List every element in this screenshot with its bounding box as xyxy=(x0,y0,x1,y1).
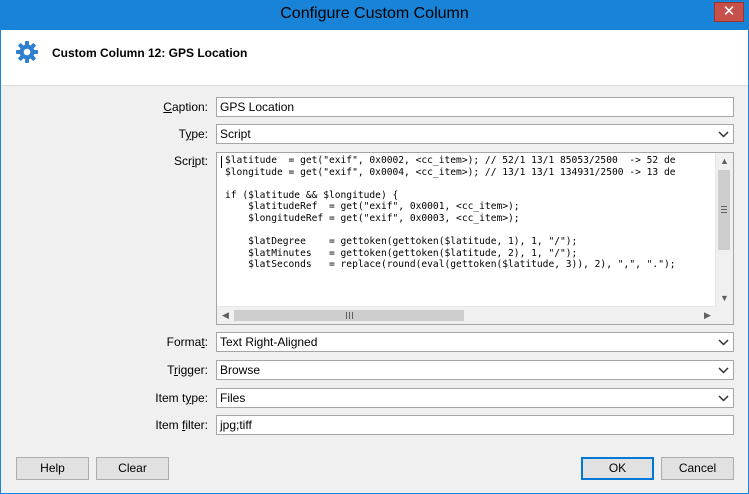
chevron-down-icon xyxy=(718,131,729,138)
item-type-label: Item type: xyxy=(155,391,208,405)
horizontal-scrollbar[interactable]: ◀ ▶ xyxy=(217,306,716,324)
format-value: Text Right-Aligned xyxy=(220,335,318,349)
item-type-dropdown[interactable]: Files xyxy=(216,388,734,408)
vertical-scrollbar[interactable]: ▲ ▼ xyxy=(715,153,733,307)
text-caret xyxy=(221,156,222,168)
cancel-button[interactable]: Cancel xyxy=(661,457,734,480)
code-line: $latSeconds = replace(round(eval(gettoke… xyxy=(225,259,676,271)
type-dropdown[interactable]: Script xyxy=(216,124,734,144)
scrollbar-corner xyxy=(716,307,733,324)
help-button[interactable]: Help xyxy=(16,457,89,480)
trigger-label: Trigger: xyxy=(167,363,208,377)
item-type-value: Files xyxy=(220,391,246,405)
vertical-scroll-thumb[interactable] xyxy=(718,170,730,250)
code-line: $latitudeRef = get("exif", 0x0001, <cc_i… xyxy=(225,201,520,213)
type-label: Type: xyxy=(178,127,208,141)
script-code[interactable]: $latitude = get("exif", 0x0002, <cc_item… xyxy=(225,155,716,307)
dialog-window: Configure Custom Column ✕ Custom Column … xyxy=(0,0,749,494)
caption-label: Caption: xyxy=(163,100,208,114)
close-button[interactable]: ✕ xyxy=(714,2,744,22)
code-line: $latitude = get("exif", 0x0002, <cc_item… xyxy=(225,155,676,166)
clear-button[interactable]: Clear xyxy=(96,457,169,480)
type-value: Script xyxy=(220,127,251,141)
script-editor[interactable]: $latitude = get("exif", 0x0002, <cc_item… xyxy=(216,152,734,325)
grip-line xyxy=(346,312,347,319)
chevron-down-icon xyxy=(718,339,729,346)
scroll-right-arrow-icon[interactable]: ▶ xyxy=(699,307,716,324)
scroll-left-arrow-icon[interactable]: ◀ xyxy=(217,307,234,324)
grip-line xyxy=(352,312,353,319)
dialog-header: Custom Column 12: GPS Location xyxy=(1,30,748,86)
grip-line xyxy=(721,206,727,207)
caption-input[interactable]: GPS Location xyxy=(216,97,734,117)
code-line: $latDegree = gettoken(gettoken($latitude… xyxy=(225,236,578,248)
chevron-down-icon xyxy=(718,395,729,402)
scroll-down-arrow-icon[interactable]: ▼ xyxy=(716,290,733,307)
trigger-dropdown[interactable]: Browse xyxy=(216,360,734,380)
script-label: Script: xyxy=(173,154,208,168)
code-line: $latMinutes = gettoken(gettoken($latitud… xyxy=(225,247,578,259)
format-dropdown[interactable]: Text Right-Aligned xyxy=(216,332,734,352)
window-title: Configure Custom Column xyxy=(280,5,469,22)
item-filter-label: Item filter: xyxy=(155,418,208,432)
grip-line xyxy=(349,312,350,319)
code-line: if ($latitude && $longitude) { xyxy=(225,189,399,201)
ok-button[interactable]: OK xyxy=(581,457,654,480)
format-label: Format: xyxy=(166,335,208,349)
horizontal-scroll-thumb[interactable] xyxy=(234,310,464,321)
code-line: $longitudeRef = get("exif", 0x0003, <cc_… xyxy=(225,212,520,224)
chevron-down-icon xyxy=(718,367,729,374)
grip-line xyxy=(721,209,727,210)
trigger-value: Browse xyxy=(220,363,261,377)
item-filter-input[interactable]: jpg;tiff xyxy=(216,415,734,435)
gear-icon xyxy=(16,41,38,63)
grip-line xyxy=(721,212,727,213)
header-title: Custom Column 12: GPS Location xyxy=(52,46,248,60)
code-line: $longitude = get("exif", 0x0004, <cc_ite… xyxy=(225,166,676,178)
title-bar[interactable]: Configure Custom Column ✕ xyxy=(1,1,748,30)
scroll-up-arrow-icon[interactable]: ▲ xyxy=(716,153,733,170)
